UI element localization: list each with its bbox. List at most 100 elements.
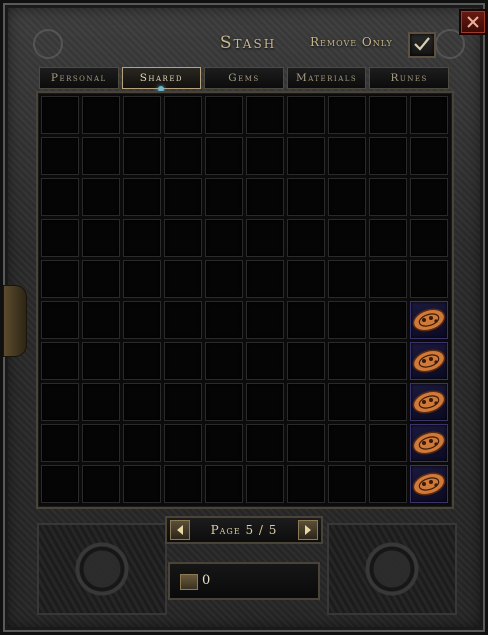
- stash-slot[interactable]: [246, 424, 284, 462]
- stash-slot[interactable]: [369, 342, 407, 380]
- gold-chest-icon[interactable]: [180, 574, 198, 590]
- stash-slot[interactable]: [41, 137, 79, 175]
- stash-slot[interactable]: [123, 219, 161, 257]
- stash-slot[interactable]: [82, 465, 120, 503]
- stash-slot[interactable]: [205, 178, 243, 216]
- stash-slot[interactable]: [164, 424, 202, 462]
- stash-slot[interactable]: [410, 465, 448, 503]
- tab-runes[interactable]: Runes: [369, 67, 449, 89]
- stash-slot[interactable]: [41, 342, 79, 380]
- stash-slot[interactable]: [287, 301, 325, 339]
- stash-slot[interactable]: [369, 96, 407, 134]
- stash-slot[interactable]: [328, 465, 366, 503]
- stash-slot[interactable]: [328, 342, 366, 380]
- stash-slot[interactable]: [82, 219, 120, 257]
- stash-slot[interactable]: [287, 342, 325, 380]
- stash-slot[interactable]: [41, 219, 79, 257]
- stash-slot[interactable]: [82, 301, 120, 339]
- stash-slot[interactable]: [328, 383, 366, 421]
- amulet-item[interactable]: [412, 307, 446, 333]
- stash-slot[interactable]: [246, 465, 284, 503]
- stash-slot[interactable]: [328, 301, 366, 339]
- stash-slot[interactable]: [41, 301, 79, 339]
- stash-slot[interactable]: [205, 96, 243, 134]
- stash-slot[interactable]: [41, 178, 79, 216]
- stash-slot[interactable]: [287, 424, 325, 462]
- stash-slot[interactable]: [410, 383, 448, 421]
- amulet-item[interactable]: [412, 348, 446, 374]
- stash-slot[interactable]: [328, 260, 366, 298]
- stash-slot[interactable]: [205, 137, 243, 175]
- stash-slot[interactable]: [287, 465, 325, 503]
- stash-slot[interactable]: [246, 137, 284, 175]
- stash-slot[interactable]: [164, 383, 202, 421]
- stash-slot[interactable]: [410, 342, 448, 380]
- stash-slot[interactable]: [369, 301, 407, 339]
- stash-slot[interactable]: [410, 178, 448, 216]
- stash-slot[interactable]: [246, 301, 284, 339]
- stash-slot[interactable]: [41, 465, 79, 503]
- stash-slot[interactable]: [205, 301, 243, 339]
- stash-slot[interactable]: [369, 137, 407, 175]
- stash-slot[interactable]: [164, 219, 202, 257]
- close-button[interactable]: [459, 9, 487, 35]
- stash-slot[interactable]: [123, 178, 161, 216]
- stash-slot[interactable]: [246, 260, 284, 298]
- stash-slot[interactable]: [410, 96, 448, 134]
- amulet-item[interactable]: [412, 471, 446, 497]
- stash-slot[interactable]: [164, 178, 202, 216]
- stash-slot[interactable]: [82, 260, 120, 298]
- stash-slot[interactable]: [328, 178, 366, 216]
- stash-slot[interactable]: [328, 96, 366, 134]
- stash-slot[interactable]: [369, 178, 407, 216]
- stash-slot[interactable]: [369, 383, 407, 421]
- stash-slot[interactable]: [287, 383, 325, 421]
- stash-slot[interactable]: [123, 424, 161, 462]
- stash-slot[interactable]: [82, 424, 120, 462]
- stash-slot[interactable]: [123, 260, 161, 298]
- stash-slot[interactable]: [205, 424, 243, 462]
- stash-slot[interactable]: [123, 301, 161, 339]
- stash-slot[interactable]: [369, 424, 407, 462]
- next-page-button[interactable]: [298, 520, 318, 540]
- stash-slot[interactable]: [41, 96, 79, 134]
- stash-slot[interactable]: [410, 219, 448, 257]
- tab-gems[interactable]: Gems: [204, 67, 284, 89]
- stash-slot[interactable]: [82, 342, 120, 380]
- stash-slot[interactable]: [246, 178, 284, 216]
- stash-slot[interactable]: [164, 96, 202, 134]
- stash-slot[interactable]: [246, 383, 284, 421]
- stash-slot[interactable]: [328, 424, 366, 462]
- stash-slot[interactable]: [328, 137, 366, 175]
- stash-slot[interactable]: [287, 260, 325, 298]
- stash-slot[interactable]: [164, 465, 202, 503]
- stash-slot[interactable]: [164, 301, 202, 339]
- amulet-item[interactable]: [412, 389, 446, 415]
- stash-slot[interactable]: [205, 342, 243, 380]
- stash-slot[interactable]: [205, 383, 243, 421]
- stash-slot[interactable]: [287, 137, 325, 175]
- stash-slot[interactable]: [410, 137, 448, 175]
- stash-slot[interactable]: [82, 137, 120, 175]
- stash-slot[interactable]: [205, 465, 243, 503]
- stash-slot[interactable]: [164, 342, 202, 380]
- stash-slot[interactable]: [82, 178, 120, 216]
- stash-slot[interactable]: [82, 383, 120, 421]
- stash-slot[interactable]: [287, 96, 325, 134]
- stash-slot[interactable]: [287, 219, 325, 257]
- stash-slot[interactable]: [246, 219, 284, 257]
- remove-only-checkbox[interactable]: [408, 32, 436, 58]
- tab-shared[interactable]: Shared: [121, 67, 202, 92]
- stash-slot[interactable]: [246, 96, 284, 134]
- stash-slot[interactable]: [123, 383, 161, 421]
- stash-slot[interactable]: [164, 137, 202, 175]
- stash-slot[interactable]: [287, 178, 325, 216]
- tab-materials[interactable]: Materials: [286, 67, 367, 89]
- stash-slot[interactable]: [328, 219, 366, 257]
- stash-slot[interactable]: [410, 301, 448, 339]
- stash-slot[interactable]: [410, 424, 448, 462]
- stash-slot[interactable]: [369, 219, 407, 257]
- stash-slot[interactable]: [164, 260, 202, 298]
- stash-slot[interactable]: [123, 96, 161, 134]
- stash-slot[interactable]: [41, 383, 79, 421]
